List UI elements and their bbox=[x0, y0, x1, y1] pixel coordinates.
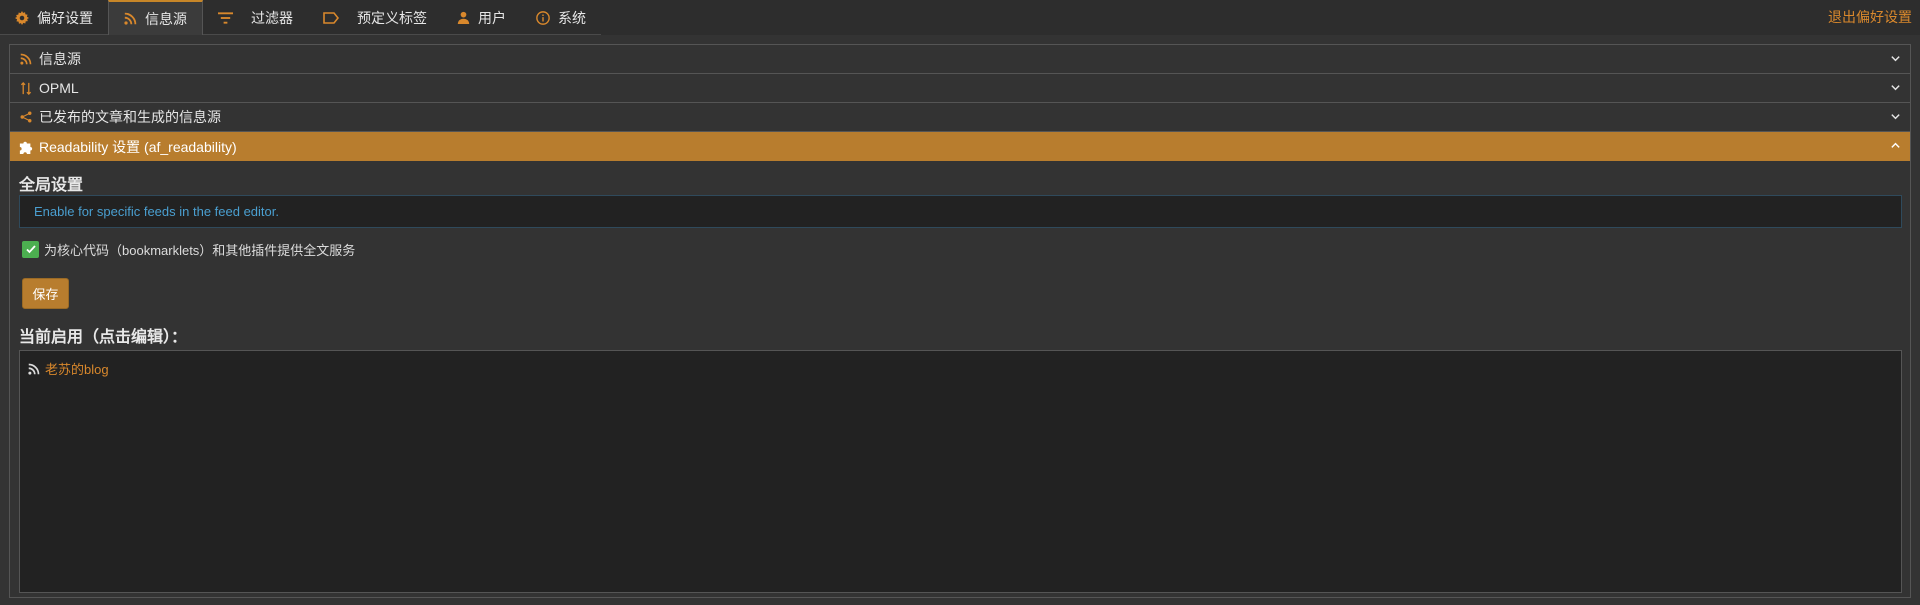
check-icon bbox=[25, 245, 36, 254]
info-notice: Enable for specific feeds in the feed ed… bbox=[19, 195, 1902, 228]
tab-labels[interactable]: 预定义标签 bbox=[308, 0, 442, 35]
feed-title[interactable]: 老苏的blog bbox=[45, 359, 109, 378]
rss-icon bbox=[124, 12, 137, 25]
tab-users[interactable]: 用户 bbox=[442, 0, 521, 35]
tab-label: 信息源 bbox=[145, 10, 187, 27]
rss-icon bbox=[28, 363, 40, 375]
checkbox-label[interactable]: 为核心代码（bookmarklets）和其他插件提供全文服务 bbox=[44, 240, 355, 259]
top-bar: 偏好设置 信息源 过滤器 预定义标签 用户 系统 退出偏好设置 bbox=[0, 0, 1920, 35]
gear-icon bbox=[15, 10, 29, 25]
save-button[interactable]: 保存 bbox=[22, 278, 69, 309]
tab-label: 系统 bbox=[558, 9, 586, 26]
preferences-tabs: 偏好设置 信息源 过滤器 预定义标签 用户 系统 bbox=[0, 0, 601, 35]
exit-preferences-link[interactable]: 退出偏好设置 bbox=[1828, 0, 1912, 35]
readability-panel: 全局设置 Enable for specific feeds in the fe… bbox=[10, 161, 1910, 597]
tab-preferences[interactable]: 偏好设置 bbox=[0, 0, 108, 35]
accordion-published[interactable]: 已发布的文章和生成的信息源 bbox=[10, 103, 1910, 132]
tab-filters[interactable]: 过滤器 bbox=[203, 0, 308, 35]
sort-arrows-icon bbox=[19, 81, 33, 95]
tab-system[interactable]: 系统 bbox=[521, 0, 601, 35]
tab-label: 偏好设置 bbox=[37, 9, 93, 26]
accordion-feeds[interactable]: 信息源 bbox=[10, 45, 1910, 74]
tab-label: 过滤器 bbox=[251, 9, 293, 26]
tab-label: 用户 bbox=[478, 9, 506, 26]
share-icon bbox=[19, 111, 33, 123]
puzzle-icon bbox=[19, 140, 33, 154]
preferences-accordion: 信息源 OPML 已发布的文章和生成的信息源 Readability 设置 (a… bbox=[9, 44, 1911, 598]
accordion-label: 已发布的文章和生成的信息源 bbox=[39, 109, 221, 125]
enabled-feeds-title: 当前启用（点击编辑）： bbox=[19, 329, 188, 346]
accordion-label: Readability 设置 (af_readability) bbox=[39, 138, 237, 155]
enabled-feeds-list: 老苏的blog bbox=[19, 350, 1902, 593]
fulltext-option: 为核心代码（bookmarklets）和其他插件提供全文服务 bbox=[22, 239, 355, 259]
accordion-readability[interactable]: Readability 设置 (af_readability) bbox=[10, 132, 1910, 161]
accordion-label: OPML bbox=[39, 80, 79, 96]
tab-label: 预定义标签 bbox=[357, 9, 427, 26]
accordion-opml[interactable]: OPML bbox=[10, 74, 1910, 103]
rss-icon bbox=[19, 53, 33, 65]
list-item[interactable]: 老苏的blog bbox=[28, 359, 1893, 378]
global-settings-title: 全局设置 bbox=[19, 177, 84, 194]
chevron-down-icon[interactable] bbox=[1890, 82, 1901, 93]
chevron-down-icon[interactable] bbox=[1890, 111, 1901, 122]
accordion-label: 信息源 bbox=[39, 51, 81, 67]
fulltext-checkbox[interactable] bbox=[22, 240, 39, 258]
tab-feeds[interactable]: 信息源 bbox=[108, 0, 203, 35]
chevron-up-icon[interactable] bbox=[1890, 140, 1901, 151]
user-icon bbox=[457, 11, 470, 24]
label-icon bbox=[323, 11, 339, 24]
chevron-down-icon[interactable] bbox=[1890, 53, 1901, 64]
info-icon bbox=[536, 10, 550, 25]
filter-icon bbox=[218, 11, 233, 24]
